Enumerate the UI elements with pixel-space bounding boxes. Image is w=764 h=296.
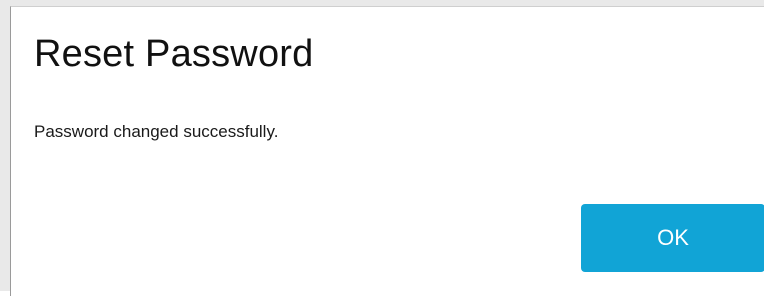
ok-button[interactable]: OK — [581, 204, 764, 272]
dialog-message: Password changed successfully. — [34, 122, 279, 141]
reset-password-dialog: Reset Password Password changed successf… — [10, 6, 764, 296]
dialog-title: Reset Password — [34, 33, 314, 75]
